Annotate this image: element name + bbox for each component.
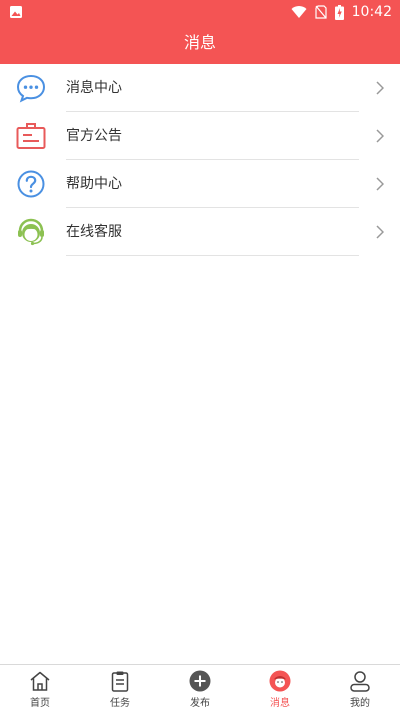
clock-time: 10:42 [351,4,392,20]
menu-item-label: 帮助中心 [66,176,122,192]
tab-label: 任务 [110,698,130,709]
menu-item-message-center[interactable]: 消息中心 [0,64,400,112]
help-icon [17,170,45,198]
announcement-icon [16,123,46,149]
tab-messages[interactable]: 消息 [240,665,320,712]
message-icon [269,670,291,692]
menu-item-help-center[interactable]: 帮助中心 [0,160,400,208]
profile-icon [350,671,370,692]
status-bar: 10:42 [0,0,400,24]
menu-item-label: 在线客服 [66,224,122,240]
menu-item-announcements[interactable]: 官方公告 [0,112,400,160]
customer-service-icon [18,218,44,246]
divider [66,255,359,256]
menu-item-label: 官方公告 [66,128,122,144]
battery-charging-icon [334,4,344,20]
chevron-right-icon [376,81,384,95]
tab-profile[interactable]: 我的 [320,665,400,712]
no-sim-icon [315,5,327,19]
publish-plus-icon [189,670,211,692]
menu-item-label: 消息中心 [66,80,122,96]
home-icon [30,671,50,691]
wifi-icon [291,6,307,19]
clipboard-icon [111,671,129,692]
tab-label: 首页 [30,698,50,709]
message-menu-list: 消息中心 官方公告 帮助中心 在线客服 [0,64,400,256]
tab-label: 发布 [190,698,210,709]
tab-home[interactable]: 首页 [0,665,80,712]
chevron-right-icon [376,225,384,239]
menu-item-online-service[interactable]: 在线客服 [0,208,400,256]
tab-publish[interactable]: 发布 [160,665,240,712]
page-title: 消息 [183,33,216,52]
tab-label: 我的 [350,698,370,709]
gallery-notification-icon [10,6,22,18]
chat-bubble-icon [16,74,46,103]
bottom-tab-bar: 首页 任务 发布 消息 我的 [0,664,400,712]
tab-label: 消息 [270,698,290,709]
app-header: 消息 [0,24,400,64]
chevron-right-icon [376,177,384,191]
tab-tasks[interactable]: 任务 [80,665,160,712]
chevron-right-icon [376,129,384,143]
